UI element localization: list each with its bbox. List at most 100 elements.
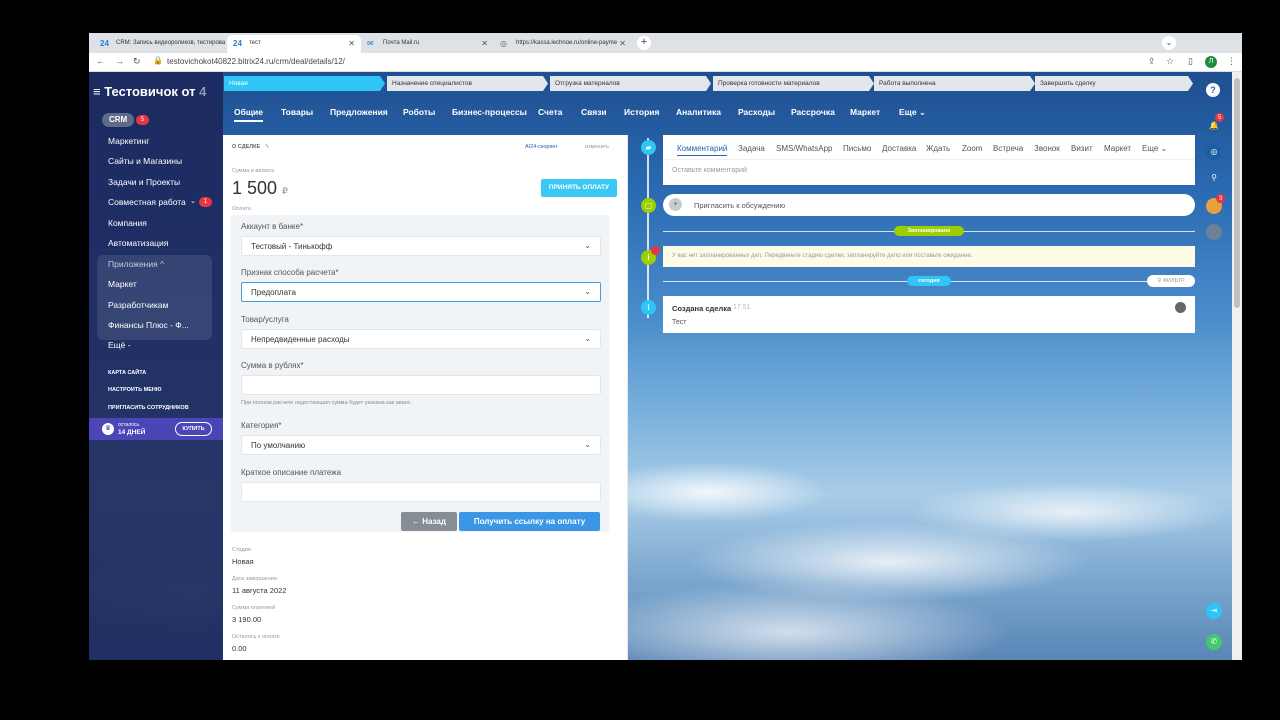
help-icon[interactable]: ?: [1206, 83, 1220, 97]
browser-tab-crm[interactable]: 24 CRM: Запись видеороликов, тестирова: [94, 35, 227, 53]
sidebar-panel-icon[interactable]: ▯: [1188, 56, 1193, 67]
stage-shipping[interactable]: Отгрузка материалов: [550, 76, 711, 91]
configure-menu-link[interactable]: НАСТРОИТЬ МЕНЮ: [108, 387, 162, 393]
accept-payment-button[interactable]: ПРИНЯТЬ ОПЛАТУ: [541, 179, 617, 197]
lock-icon[interactable]: 🔒: [153, 56, 163, 65]
promo-line1: осталось: [118, 422, 140, 428]
tl-tab-email[interactable]: Письмо: [843, 144, 871, 153]
sidebar-item-more[interactable]: Ещё -: [108, 340, 131, 350]
stage-check[interactable]: Проверка готовности материалов: [713, 76, 874, 91]
payment-label: Оплата: [232, 206, 251, 212]
tab-links[interactable]: Связи: [581, 107, 607, 117]
bank-select[interactable]: Тестовый - Тинькофф ⌄: [241, 236, 601, 256]
change-link[interactable]: изменить: [585, 144, 609, 150]
stage-assign[interactable]: Назначение специалистов: [387, 76, 548, 91]
amount-input[interactable]: [241, 375, 601, 395]
tl-tab-wait[interactable]: Ждать: [926, 144, 950, 153]
messenger-icon[interactable]: ◎: [1206, 144, 1222, 160]
tab-analytics[interactable]: Аналитика: [676, 107, 721, 117]
back-arrow-icon[interactable]: ←: [96, 56, 105, 66]
product-select[interactable]: Непредвиденные расходы ⌄: [241, 329, 601, 349]
edit-pencil-icon[interactable]: ✎: [265, 144, 270, 150]
user-avatar-2[interactable]: [1206, 224, 1222, 240]
sidebar-item-company[interactable]: Компания: [108, 218, 147, 228]
sidebar-item-marketing[interactable]: Маркетинг: [108, 136, 149, 146]
tab-more[interactable]: Еще ⌄: [899, 107, 926, 118]
sidebar-item-tasks[interactable]: Задачи и Проекты: [108, 177, 180, 187]
sidebar-item-sites[interactable]: Сайты и Магазины: [108, 156, 182, 166]
sidebar-item-developers[interactable]: Разработчикам: [108, 300, 168, 310]
stage-done[interactable]: Работа выполнена: [874, 76, 1035, 91]
category-value: По умолчанию: [251, 441, 306, 450]
scrollbar-thumb[interactable]: [1234, 78, 1240, 308]
stage-finish[interactable]: Завершить сделку: [1035, 76, 1193, 91]
menu-icon[interactable]: ≡: [93, 84, 101, 99]
tab-installment[interactable]: Рассрочка: [791, 107, 835, 117]
filter-label: ФИЛЬТР: [1162, 278, 1185, 284]
tab-offers[interactable]: Предложения: [330, 107, 388, 117]
amount-label: Сумма в рублях*: [241, 361, 304, 370]
tl-tab-sms[interactable]: SMS/WhatsApp: [776, 144, 832, 153]
tab-general[interactable]: Общие: [234, 107, 263, 122]
more-vertical-icon[interactable]: ⋮: [1227, 56, 1236, 67]
sidebar-item-automation[interactable]: Автоматизация: [108, 238, 168, 248]
forward-arrow-icon[interactable]: →: [115, 56, 124, 66]
profile-avatar[interactable]: Л: [1205, 56, 1217, 68]
comment-input[interactable]: Оставьте комментарий: [672, 167, 747, 174]
get-payment-link-button[interactable]: Получить ссылку на оплату: [459, 512, 600, 531]
tl-tab-meeting[interactable]: Встреча: [993, 144, 1023, 153]
tl-tab-comment[interactable]: Комментарий: [677, 144, 728, 156]
sidebar-item-market[interactable]: Маркет: [108, 279, 137, 289]
browser-tab-kassa[interactable]: ◎ https://kassa.lechnoe.ru/online-payme …: [494, 35, 632, 53]
search-icon[interactable]: ⚲: [1206, 170, 1222, 186]
filter-button[interactable]: ⚲ ФИЛЬТР: [1147, 275, 1195, 287]
category-label: Категория*: [241, 421, 282, 430]
tab-invoices[interactable]: Счета: [538, 107, 562, 117]
new-tab-button[interactable]: +: [637, 36, 651, 50]
sitemap-link[interactable]: КАРТА САЙТА: [108, 370, 146, 376]
invite-card[interactable]: + Пригласить к обсуждению: [663, 194, 1195, 216]
browser-tab-test[interactable]: 24 тест ✕: [227, 35, 361, 53]
page-scrollbar[interactable]: [1232, 72, 1242, 660]
desc-input[interactable]: [241, 482, 601, 502]
reload-icon[interactable]: ↻: [133, 56, 141, 67]
invite-employees-link[interactable]: ПРИГЛАСИТЬ СОТРУДНИКОВ: [108, 405, 189, 411]
tl-tab-call[interactable]: Звонок: [1034, 144, 1060, 153]
close-icon[interactable]: ✕: [348, 39, 355, 48]
tl-tab-zoom[interactable]: Zoom: [962, 144, 982, 153]
close-icon[interactable]: ✕: [619, 39, 626, 48]
category-select[interactable]: По умолчанию ⌄: [241, 435, 601, 455]
tab-search-button[interactable]: ⌄: [1162, 36, 1176, 50]
sidebar-item-collab[interactable]: Совместная работа: [108, 197, 186, 207]
browser-tab-mail[interactable]: ✉ Почта Mail.ru ✕: [361, 35, 494, 53]
scoring-link[interactable]: AI24-скоринг: [525, 144, 558, 150]
planned-badge: [651, 246, 660, 255]
tab-products[interactable]: Товары: [281, 107, 313, 117]
stage-new[interactable]: Новая: [224, 76, 385, 91]
buy-button[interactable]: КУПИТЬ: [175, 422, 212, 436]
tab-robots[interactable]: Роботы: [403, 107, 435, 117]
portal-logo[interactable]: ≡ Тестовичок от 4: [93, 84, 206, 99]
sidebar-item-apps[interactable]: Приложения ^: [108, 259, 164, 269]
tab-expenses[interactable]: Расходы: [738, 107, 775, 117]
sidebar-item-finance[interactable]: Финансы Плюс - Ф...: [108, 320, 189, 330]
close-icon[interactable]: ✕: [481, 39, 488, 48]
user-avatar[interactable]: [1175, 302, 1186, 313]
tab-bizproc[interactable]: Бизнес-процессы: [452, 107, 527, 117]
star-icon[interactable]: ☆: [1166, 56, 1174, 67]
tab-history[interactable]: История: [624, 107, 659, 117]
exit-icon[interactable]: ⇥: [1206, 603, 1222, 619]
method-select[interactable]: Предоплата ⌄: [241, 282, 601, 302]
url-input[interactable]: testovichokot40822.bitrix24.ru/crm/deal/…: [167, 57, 345, 66]
share-icon[interactable]: ⇪: [1148, 56, 1156, 67]
tl-tab-visit[interactable]: Визит: [1071, 144, 1093, 153]
sidebar-item-crm[interactable]: CRM: [102, 113, 135, 127]
tl-tab-task[interactable]: Задача: [738, 144, 765, 153]
tl-tab-delivery[interactable]: Доставка: [882, 144, 916, 153]
tab-market[interactable]: Маркет: [850, 107, 880, 117]
tl-tab-market[interactable]: Маркет: [1104, 144, 1131, 153]
tl-tab-more[interactable]: Еще ⌄: [1142, 144, 1167, 153]
chevron-down-icon[interactable]: ⌄: [190, 197, 196, 205]
phone-icon[interactable]: ✆: [1206, 634, 1222, 650]
back-button[interactable]: ← Назад: [401, 512, 457, 531]
